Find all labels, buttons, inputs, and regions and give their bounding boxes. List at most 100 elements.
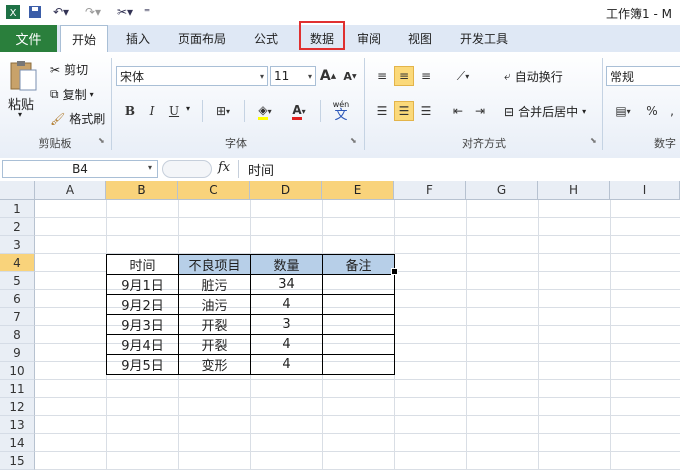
- row-header[interactable]: 13: [0, 416, 35, 434]
- row-header[interactable]: 12: [0, 398, 35, 416]
- table-header-cell[interactable]: 备注: [322, 254, 395, 275]
- row-header[interactable]: 10: [0, 362, 35, 380]
- table-cell[interactable]: 4: [250, 354, 323, 375]
- orientation-button[interactable]: ⟋ ▾: [448, 66, 478, 86]
- row-header[interactable]: 15: [0, 452, 35, 470]
- table-cell[interactable]: 开裂: [178, 314, 251, 335]
- tab-developer[interactable]: 开发工具: [452, 25, 516, 52]
- accounting-format-button[interactable]: ▤ ▾: [608, 101, 638, 121]
- wrap-text-button[interactable]: ⤶ 自动换行: [504, 68, 563, 85]
- tools-icon[interactable]: ✂▾: [112, 3, 138, 21]
- increase-indent-button[interactable]: ⇥: [470, 101, 490, 121]
- fill-color-button[interactable]: ◈ ▾: [250, 101, 280, 121]
- paste-dropdown-icon[interactable]: ▾: [18, 110, 22, 119]
- column-header-i[interactable]: I: [610, 181, 680, 200]
- tab-view[interactable]: 视图: [400, 25, 440, 52]
- format-painter-button[interactable]: 🖌 格式刷: [50, 110, 105, 127]
- table-cell[interactable]: 9月1日: [106, 274, 179, 295]
- underline-dropdown-icon[interactable]: ▾: [186, 104, 190, 113]
- redo-icon[interactable]: ↷▾: [80, 3, 106, 21]
- tab-page-layout[interactable]: 页面布局: [170, 25, 234, 52]
- comma-style-button[interactable]: ,: [662, 101, 680, 121]
- table-header-cell[interactable]: 不良项目: [178, 254, 251, 275]
- row-header[interactable]: 4: [0, 254, 35, 272]
- row-header[interactable]: 9: [0, 344, 35, 362]
- phonetic-button[interactable]: wén 文: [326, 99, 356, 123]
- select-all-corner[interactable]: [0, 181, 35, 200]
- table-cell[interactable]: [322, 314, 395, 335]
- row-header[interactable]: 2: [0, 218, 35, 236]
- column-header-f[interactable]: F: [394, 181, 466, 200]
- table-cell[interactable]: 9月5日: [106, 354, 179, 375]
- column-header-e[interactable]: E: [322, 181, 394, 200]
- table-cell[interactable]: 4: [250, 334, 323, 355]
- table-cell[interactable]: 9月2日: [106, 294, 179, 315]
- cell-b4-active[interactable]: 时间: [106, 254, 179, 275]
- insert-function-button[interactable]: fx: [218, 160, 230, 175]
- table-cell[interactable]: 油污: [178, 294, 251, 315]
- table-cell[interactable]: 脏污: [178, 274, 251, 295]
- column-header-h[interactable]: H: [538, 181, 610, 200]
- tab-insert[interactable]: 插入: [116, 25, 160, 52]
- number-format-select[interactable]: 常规: [606, 66, 680, 86]
- row-header[interactable]: 3: [0, 236, 35, 254]
- table-cell[interactable]: 4: [250, 294, 323, 315]
- row-header[interactable]: 1: [0, 200, 35, 218]
- align-middle-button[interactable]: ≡: [394, 66, 414, 86]
- shrink-font-button[interactable]: A ▼: [340, 66, 360, 86]
- italic-button[interactable]: I: [142, 101, 162, 121]
- formula-input[interactable]: 时间: [248, 160, 274, 179]
- underline-button[interactable]: U: [164, 101, 184, 121]
- column-header-g[interactable]: G: [466, 181, 538, 200]
- font-name-select[interactable]: 宋体 ▾: [116, 66, 268, 86]
- dialog-launcher-icon[interactable]: ⬊: [590, 136, 597, 145]
- paste-icon[interactable]: [8, 60, 38, 95]
- column-header-d[interactable]: D: [250, 181, 322, 200]
- row-header[interactable]: 7: [0, 308, 35, 326]
- align-top-button[interactable]: ≡: [372, 66, 392, 86]
- align-bottom-button[interactable]: ≡: [416, 66, 436, 86]
- align-right-button[interactable]: ☰: [416, 101, 436, 121]
- table-cell[interactable]: 9月4日: [106, 334, 179, 355]
- table-header-cell[interactable]: 数量: [250, 254, 323, 275]
- table-cell[interactable]: [322, 354, 395, 375]
- undo-icon[interactable]: ↶▾: [48, 3, 74, 21]
- row-header[interactable]: 14: [0, 434, 35, 452]
- table-cell[interactable]: [322, 334, 395, 355]
- cut-button[interactable]: ✂ 剪切: [50, 61, 88, 78]
- tab-file[interactable]: 文件: [0, 25, 57, 52]
- column-header-b[interactable]: B: [106, 181, 178, 200]
- tab-home[interactable]: 开始: [60, 25, 108, 52]
- row-header[interactable]: 6: [0, 290, 35, 308]
- row-header[interactable]: 8: [0, 326, 35, 344]
- save-icon[interactable]: [26, 3, 44, 21]
- merge-center-button[interactable]: ⊟ 合并后居中 ▾: [504, 103, 586, 120]
- align-left-button[interactable]: ☰: [372, 101, 392, 121]
- formula-bar-resize-handle[interactable]: [162, 160, 212, 178]
- tab-formulas[interactable]: 公式: [244, 25, 288, 52]
- table-cell[interactable]: 开裂: [178, 334, 251, 355]
- dialog-launcher-icon[interactable]: ⬊: [98, 136, 105, 145]
- customize-toolbar-icon[interactable]: ⁼: [138, 3, 156, 21]
- row-header[interactable]: 11: [0, 380, 35, 398]
- copy-button[interactable]: ⧉ 复制 ▾: [50, 86, 94, 103]
- fill-handle[interactable]: [391, 268, 398, 275]
- dialog-launcher-icon[interactable]: ⬊: [350, 136, 357, 145]
- tab-review[interactable]: 审阅: [349, 25, 389, 52]
- bold-button[interactable]: B: [120, 101, 140, 121]
- grow-font-button[interactable]: A ▲: [318, 66, 338, 86]
- align-center-button[interactable]: ☰: [394, 101, 414, 121]
- table-cell[interactable]: 变形: [178, 354, 251, 375]
- column-header-a[interactable]: A: [35, 181, 106, 200]
- table-cell[interactable]: [322, 294, 395, 315]
- column-header-c[interactable]: C: [178, 181, 250, 200]
- font-color-button[interactable]: A ▾: [284, 101, 314, 121]
- table-cell[interactable]: 34: [250, 274, 323, 295]
- table-cell[interactable]: [322, 274, 395, 295]
- row-header[interactable]: 5: [0, 272, 35, 290]
- name-box[interactable]: B4: [2, 160, 158, 178]
- font-size-select[interactable]: 11 ▾: [270, 66, 316, 86]
- table-cell[interactable]: 3: [250, 314, 323, 335]
- percent-style-button[interactable]: %: [642, 101, 662, 121]
- decrease-indent-button[interactable]: ⇤: [448, 101, 468, 121]
